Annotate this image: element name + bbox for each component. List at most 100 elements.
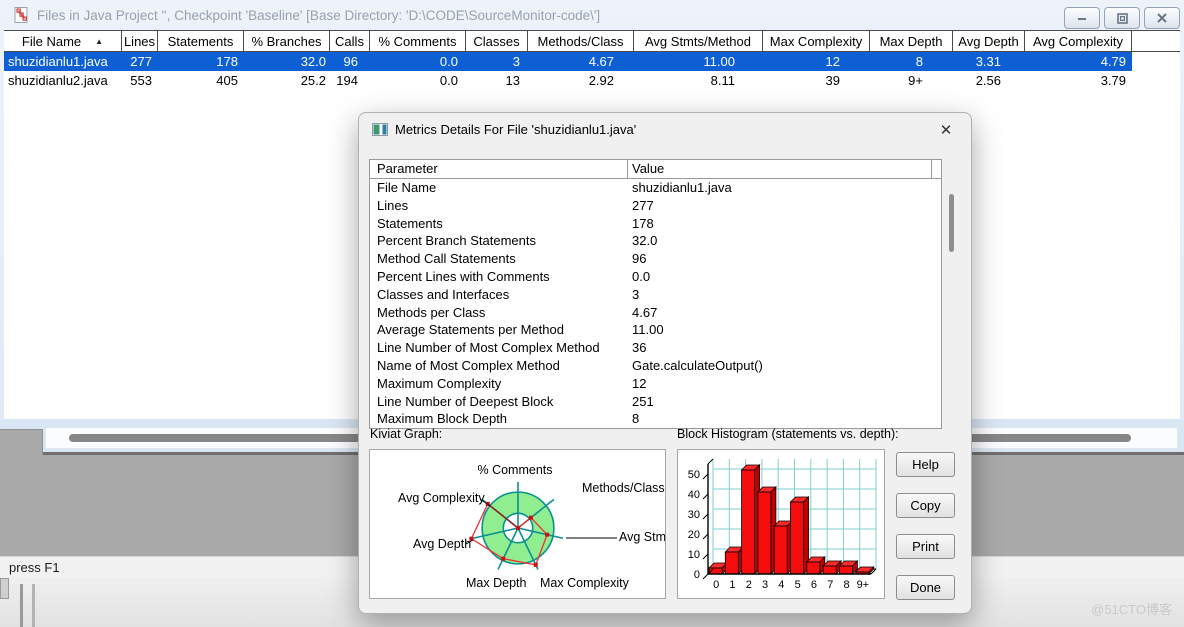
svg-text:10: 10 (688, 549, 700, 561)
file-table-cell: 0.0 (439, 73, 458, 88)
file-table-row[interactable]: shuzidianlu1.java 277 178 32.0 96 0.0 3 4.67 11.… (4, 52, 1132, 71)
file-table-cell: 194 (336, 73, 358, 88)
column-header-label: Lines (123, 33, 156, 49)
parameter-name: Classes and Interfaces (377, 286, 510, 302)
column-header-statements[interactable]: Statements (158, 31, 244, 51)
column-header-label: Statements (167, 33, 234, 49)
parameter-value: Gate.calculateOutput() (632, 357, 763, 373)
parameter-value: 3 (632, 286, 640, 302)
svg-text:30: 30 (688, 509, 700, 521)
column-header-avg-complexity[interactable]: Avg Complexity (1025, 31, 1132, 51)
parameter-row: Method Call Statements 96 (370, 250, 941, 268)
column-header-avg-depth[interactable]: Avg Depth (953, 31, 1025, 51)
file-table-cell: 96 (343, 54, 358, 69)
file-table-cell: 4.67 (588, 54, 614, 69)
parameter-value: 12 (632, 375, 647, 391)
svg-text:Avg Complexity: Avg Complexity (398, 491, 485, 505)
vertical-scrollbar-thumb[interactable] (949, 194, 954, 252)
parameter-row: Maximum Complexity 12 (370, 375, 941, 393)
block-histogram: 0 10 20 30 40 50 0 1 2 3 4 5 6 7 8 9+ (677, 449, 885, 599)
background-line (20, 584, 23, 627)
column-header-methods-class[interactable]: Methods/Class (528, 31, 634, 51)
column-header-file-name[interactable]: File Name ▲ (4, 31, 122, 51)
column-header-max-complexity[interactable]: Max Complexity (763, 31, 870, 51)
done-button[interactable]: Done (896, 575, 955, 600)
svg-text:% Comments: % Comments (477, 463, 552, 477)
file-table-cell: 9+ (908, 73, 923, 88)
svg-text:6: 6 (811, 579, 817, 591)
file-table-cell: 2.92 (588, 73, 614, 88)
column-header--comments[interactable]: % Comments (370, 31, 466, 51)
dialog-titlebar[interactable]: Metrics Details For File 'shuzidianlu1.j… (359, 113, 971, 146)
svg-text:0: 0 (694, 569, 700, 581)
print-button[interactable]: Print (896, 534, 955, 559)
kiviat-graph: % Comments Methods/Class Avg Stmts/Method M… (369, 449, 721, 599)
file-table-cell: 3 (512, 54, 520, 69)
close-window-button[interactable] (1144, 7, 1180, 29)
column-header-label: % Branches (251, 33, 322, 49)
parameter-column-header[interactable]: Parameter (377, 161, 438, 176)
value-column-header[interactable]: Value (632, 161, 664, 176)
parameter-value: 96 (632, 251, 647, 267)
column-header-label: Avg Complexity (1032, 33, 1124, 49)
parameter-row: Line Number of Most Complex Method 36 (370, 339, 941, 357)
svg-text:Methods/Class: Methods/Class (582, 481, 665, 495)
help-button[interactable]: Help (896, 452, 955, 477)
background-window-fragment (0, 578, 9, 599)
file-table-cell: 277 (130, 54, 152, 69)
svg-text:5: 5 (795, 579, 801, 591)
dialog-close-button[interactable]: ✕ (935, 119, 957, 141)
column-header--branches[interactable]: % Branches (244, 31, 330, 51)
parameter-name: Lines (377, 197, 409, 213)
parameter-value: 8 (632, 411, 640, 427)
column-header-label: Calls (335, 33, 364, 49)
file-table-cell: 2.56 (975, 73, 1001, 88)
parameter-row: Percent Lines with Comments 0.0 (370, 268, 941, 286)
kiviat-graph-label: Kiviat Graph: (370, 427, 443, 441)
parameter-name: Percent Branch Statements (377, 233, 536, 249)
parameter-name: Maximum Block Depth (377, 411, 508, 427)
parameter-row: Statements 178 (370, 215, 941, 233)
parameter-name: Maximum Complexity (377, 375, 502, 391)
svg-text:Max Complexity: Max Complexity (540, 576, 630, 590)
parameter-row: Name of Most Complex Method Gate.calculat… (370, 357, 941, 375)
parameter-value: 4.67 (632, 304, 658, 320)
file-table-cell: 4.79 (1100, 54, 1126, 69)
file-table-cell: 8.11 (710, 73, 735, 88)
metrics-details-dialog: Metrics Details For File 'shuzidianlu1.j… (358, 112, 972, 614)
copy-button[interactable]: Copy (896, 493, 955, 518)
parameter-value: 36 (632, 340, 647, 356)
svg-text:4: 4 (778, 579, 784, 591)
column-header-avg-stmts-method[interactable]: Avg Stmts/Method (634, 31, 763, 51)
minimize-button[interactable] (1064, 7, 1100, 29)
files-window-titlebar[interactable]: Files in Java Project '', Checkpoint 'Ba… (0, 0, 1184, 30)
column-divider (627, 160, 628, 179)
column-header-max-depth[interactable]: Max Depth (870, 31, 953, 51)
parameter-name: File Name (377, 180, 437, 195)
svg-text:40: 40 (688, 489, 700, 501)
svg-text:8: 8 (843, 579, 849, 591)
file-table-cell: 553 (130, 73, 152, 88)
file-table-row[interactable]: shuzidianlu2.java 553 405 25.2 194 0.0 13 2.92 8… (4, 71, 1132, 90)
kiviat-chart: % Comments Methods/Class Avg Stmts/Method M… (398, 463, 721, 590)
parameter-value: 277 (632, 197, 654, 213)
column-header-calls[interactable]: Calls (330, 31, 370, 51)
parameter-value: shuzidianlu1.java (632, 180, 732, 195)
column-header-label: % Comments (378, 33, 457, 49)
file-table-cell: 405 (216, 73, 238, 88)
watermark: @51CTO博客 (1091, 602, 1172, 617)
column-header-classes[interactable]: Classes (466, 31, 528, 51)
svg-text:20: 20 (688, 529, 700, 541)
status-text: press F1 (9, 560, 60, 575)
svg-text:3: 3 (762, 579, 768, 591)
svg-text:2: 2 (746, 579, 752, 591)
minimize-icon (1078, 18, 1086, 20)
parameter-value: 11.00 (632, 322, 664, 338)
svg-text:9+: 9+ (857, 579, 870, 591)
column-header-lines[interactable]: Lines (122, 31, 158, 51)
maximize-button[interactable] (1104, 7, 1140, 29)
window-title: Files in Java Project '', Checkpoint 'Ba… (37, 7, 601, 23)
parameter-name: Name of Most Complex Method (377, 357, 560, 373)
sourcemonitor-file-icon (14, 7, 28, 23)
parameter-value: 32.0 (632, 233, 658, 249)
